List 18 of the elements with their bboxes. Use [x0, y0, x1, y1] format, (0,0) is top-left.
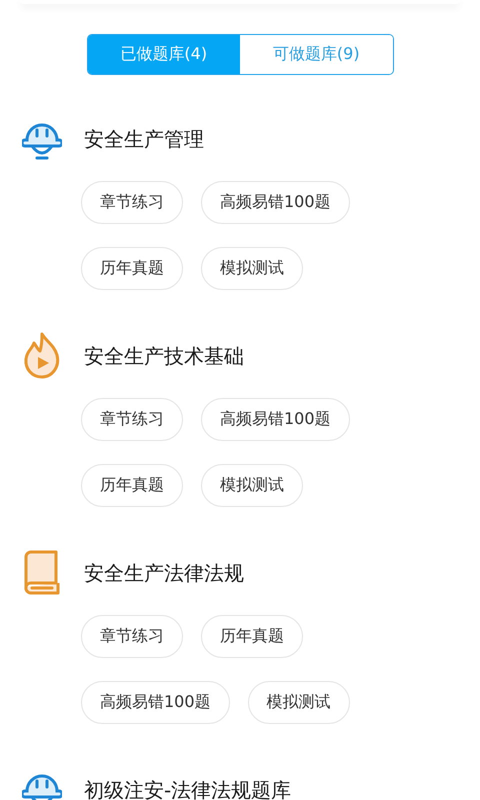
- practice-chip[interactable]: 章节练习: [81, 615, 183, 658]
- practice-chip[interactable]: 章节练习: [81, 398, 183, 441]
- bank-title: 安全生产法律法规: [84, 560, 244, 586]
- practice-chip[interactable]: 模拟测试: [201, 464, 303, 507]
- bank-title: 初级注安-法律法规题库: [84, 776, 292, 800]
- practice-chip[interactable]: 历年真题: [201, 615, 303, 658]
- practice-chip[interactable]: 章节练习: [81, 181, 183, 224]
- practice-chip[interactable]: 高频易错100题: [201, 398, 350, 441]
- practice-chip[interactable]: 模拟测试: [248, 681, 350, 724]
- practice-chip[interactable]: 历年真题: [81, 247, 183, 290]
- practice-chip[interactable]: 历年真题: [81, 464, 183, 507]
- practice-chip[interactable]: 模拟测试: [201, 247, 303, 290]
- practice-chip[interactable]: 高频易错100题: [81, 681, 230, 724]
- flame-play-icon: [22, 331, 62, 381]
- practice-chip[interactable]: 高频易错100题: [201, 181, 350, 224]
- bank-title: 安全生产管理: [84, 126, 204, 152]
- bank-title: 安全生产技术基础: [84, 342, 244, 370]
- book-icon: [22, 549, 62, 597]
